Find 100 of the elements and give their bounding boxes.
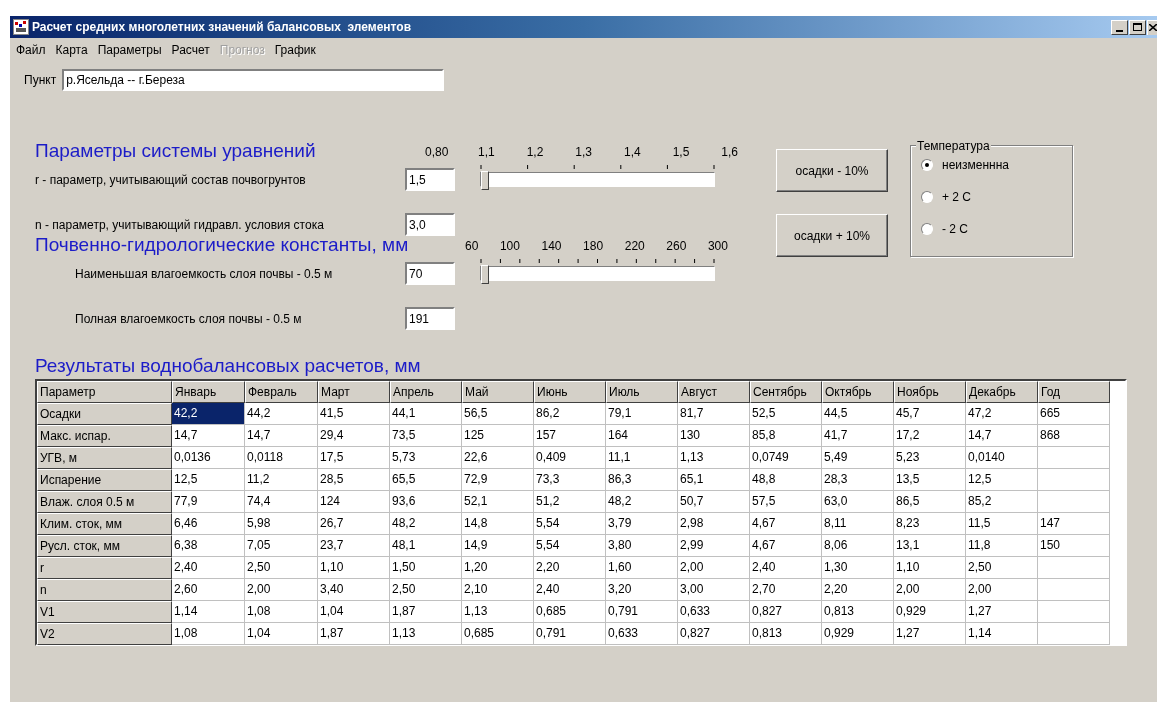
number-field[interactable]: 1,5 xyxy=(405,168,455,191)
table-cell: 81,7 xyxy=(678,403,750,425)
table-cell: 2,10 xyxy=(462,579,534,601)
table-cell: 3,40 xyxy=(318,579,390,601)
table-cell: 77,9 xyxy=(172,491,245,513)
radio-button[interactable] xyxy=(921,223,933,235)
table-cell: 0,0118 xyxy=(245,447,318,469)
table-cell: 12,5 xyxy=(172,469,245,491)
slider-track[interactable] xyxy=(480,265,715,281)
table-cell: 0,791 xyxy=(606,601,678,623)
radio-button[interactable] xyxy=(921,191,933,203)
radio-option[interactable]: - 2 С xyxy=(921,220,1072,238)
column-header[interactable]: Январь xyxy=(172,381,245,403)
maximize-icon xyxy=(1133,23,1142,31)
table-cell xyxy=(1038,601,1110,623)
row-header: Осадки xyxy=(37,403,172,425)
table-cell: 2,40 xyxy=(534,579,606,601)
column-header[interactable]: Март xyxy=(318,381,390,403)
table-cell: 2,50 xyxy=(966,557,1038,579)
point-field[interactable]: р.Ясельда -- г.Береза xyxy=(62,69,445,91)
table-cell: 2,00 xyxy=(678,557,750,579)
table-cell: 47,2 xyxy=(966,403,1038,425)
table-cell: 0,813 xyxy=(822,601,894,623)
table-cell: 52,5 xyxy=(750,403,822,425)
table-cell: 5,49 xyxy=(822,447,894,469)
column-header[interactable]: Декабрь xyxy=(966,381,1038,403)
table-cell: 4,67 xyxy=(750,535,822,557)
minimize-button[interactable] xyxy=(1111,19,1128,35)
table-cell: 74,4 xyxy=(245,491,318,513)
column-header[interactable]: Февраль xyxy=(245,381,318,403)
table-cell: 8,23 xyxy=(894,513,966,535)
column-header[interactable]: Апрель xyxy=(390,381,462,403)
action-button[interactable]: осадки + 10% xyxy=(776,214,888,257)
row-header: Испарение xyxy=(37,469,172,491)
row-header: Макс. испар. xyxy=(37,425,172,447)
table-cell: 29,4 xyxy=(318,425,390,447)
menu-item[interactable]: Расчет xyxy=(166,41,215,59)
table-cell: 5,73 xyxy=(390,447,462,469)
number-field[interactable]: 191 xyxy=(405,307,455,330)
table-cell: 0,0136 xyxy=(172,447,245,469)
table-cell: 2,50 xyxy=(245,557,318,579)
table-cell: 12,5 xyxy=(966,469,1038,491)
column-header[interactable]: Ноябрь xyxy=(894,381,966,403)
table-cell: 0,633 xyxy=(678,601,750,623)
tick-label: 1,5 xyxy=(672,144,690,161)
menu-item[interactable]: График xyxy=(269,41,321,59)
action-button[interactable]: осадки - 10% xyxy=(776,149,888,192)
column-header[interactable]: Июль xyxy=(606,381,678,403)
column-header[interactable]: Август xyxy=(678,381,750,403)
table-cell: 1,30 xyxy=(822,557,894,579)
section-heading: Параметры системы уравнений xyxy=(35,140,317,162)
table-cell: 164 xyxy=(606,425,678,447)
column-header[interactable]: Июнь xyxy=(534,381,606,403)
table-cell: 2,99 xyxy=(678,535,750,557)
menu-item[interactable]: Карта xyxy=(50,41,93,59)
menu-item[interactable]: Файл xyxy=(11,41,51,59)
row-header: r xyxy=(37,557,172,579)
table-cell: 125 xyxy=(462,425,534,447)
table-cell: 3,79 xyxy=(606,513,678,535)
table-cell: 44,1 xyxy=(390,403,462,425)
column-header[interactable]: Сентябрь xyxy=(750,381,822,403)
column-header[interactable]: Параметр xyxy=(37,381,172,403)
radio-button[interactable] xyxy=(921,159,933,171)
table-cell: 44,5 xyxy=(822,403,894,425)
menu-item[interactable]: Параметры xyxy=(92,41,167,59)
slider-thumb[interactable] xyxy=(481,170,489,190)
table-cell: 2,60 xyxy=(172,579,245,601)
table-cell: 1,87 xyxy=(390,601,462,623)
table-cell: 14,7 xyxy=(966,425,1038,447)
number-field[interactable]: 3,0 xyxy=(405,213,455,236)
slider-thumb[interactable] xyxy=(481,264,489,284)
maximize-button[interactable] xyxy=(1129,19,1146,35)
column-header[interactable]: Май xyxy=(462,381,534,403)
table-cell: 48,2 xyxy=(606,491,678,513)
table-cell: 44,2 xyxy=(245,403,318,425)
table-cell: 79,1 xyxy=(606,403,678,425)
table-cell: 13,1 xyxy=(894,535,966,557)
tick-label: 1,2 xyxy=(526,144,544,161)
table-cell: 6,46 xyxy=(172,513,245,535)
slider-track[interactable] xyxy=(480,171,715,187)
table-cell: 13,5 xyxy=(894,469,966,491)
table-cell: 1,10 xyxy=(318,557,390,579)
table-cell: 0,791 xyxy=(534,623,606,645)
table-cell: 73,5 xyxy=(390,425,462,447)
tick-label: 300 xyxy=(707,238,728,255)
column-header[interactable]: Октябрь xyxy=(822,381,894,403)
table-cell: 0,827 xyxy=(678,623,750,645)
table-cell: 5,54 xyxy=(534,513,606,535)
close-icon xyxy=(1149,24,1157,31)
column-header[interactable]: Год xyxy=(1038,381,1110,403)
radio-option[interactable]: неизменнна xyxy=(921,156,1072,174)
table-cell: 50,7 xyxy=(678,491,750,513)
radio-option[interactable]: + 2 С xyxy=(921,188,1072,206)
number-field[interactable]: 70 xyxy=(405,262,455,285)
table-cell: 14,7 xyxy=(172,425,245,447)
row-header: V1 xyxy=(37,601,172,623)
table-cell: 0,633 xyxy=(606,623,678,645)
table-cell: 2,20 xyxy=(822,579,894,601)
close-button[interactable] xyxy=(1147,19,1157,35)
table-cell: 17,2 xyxy=(894,425,966,447)
